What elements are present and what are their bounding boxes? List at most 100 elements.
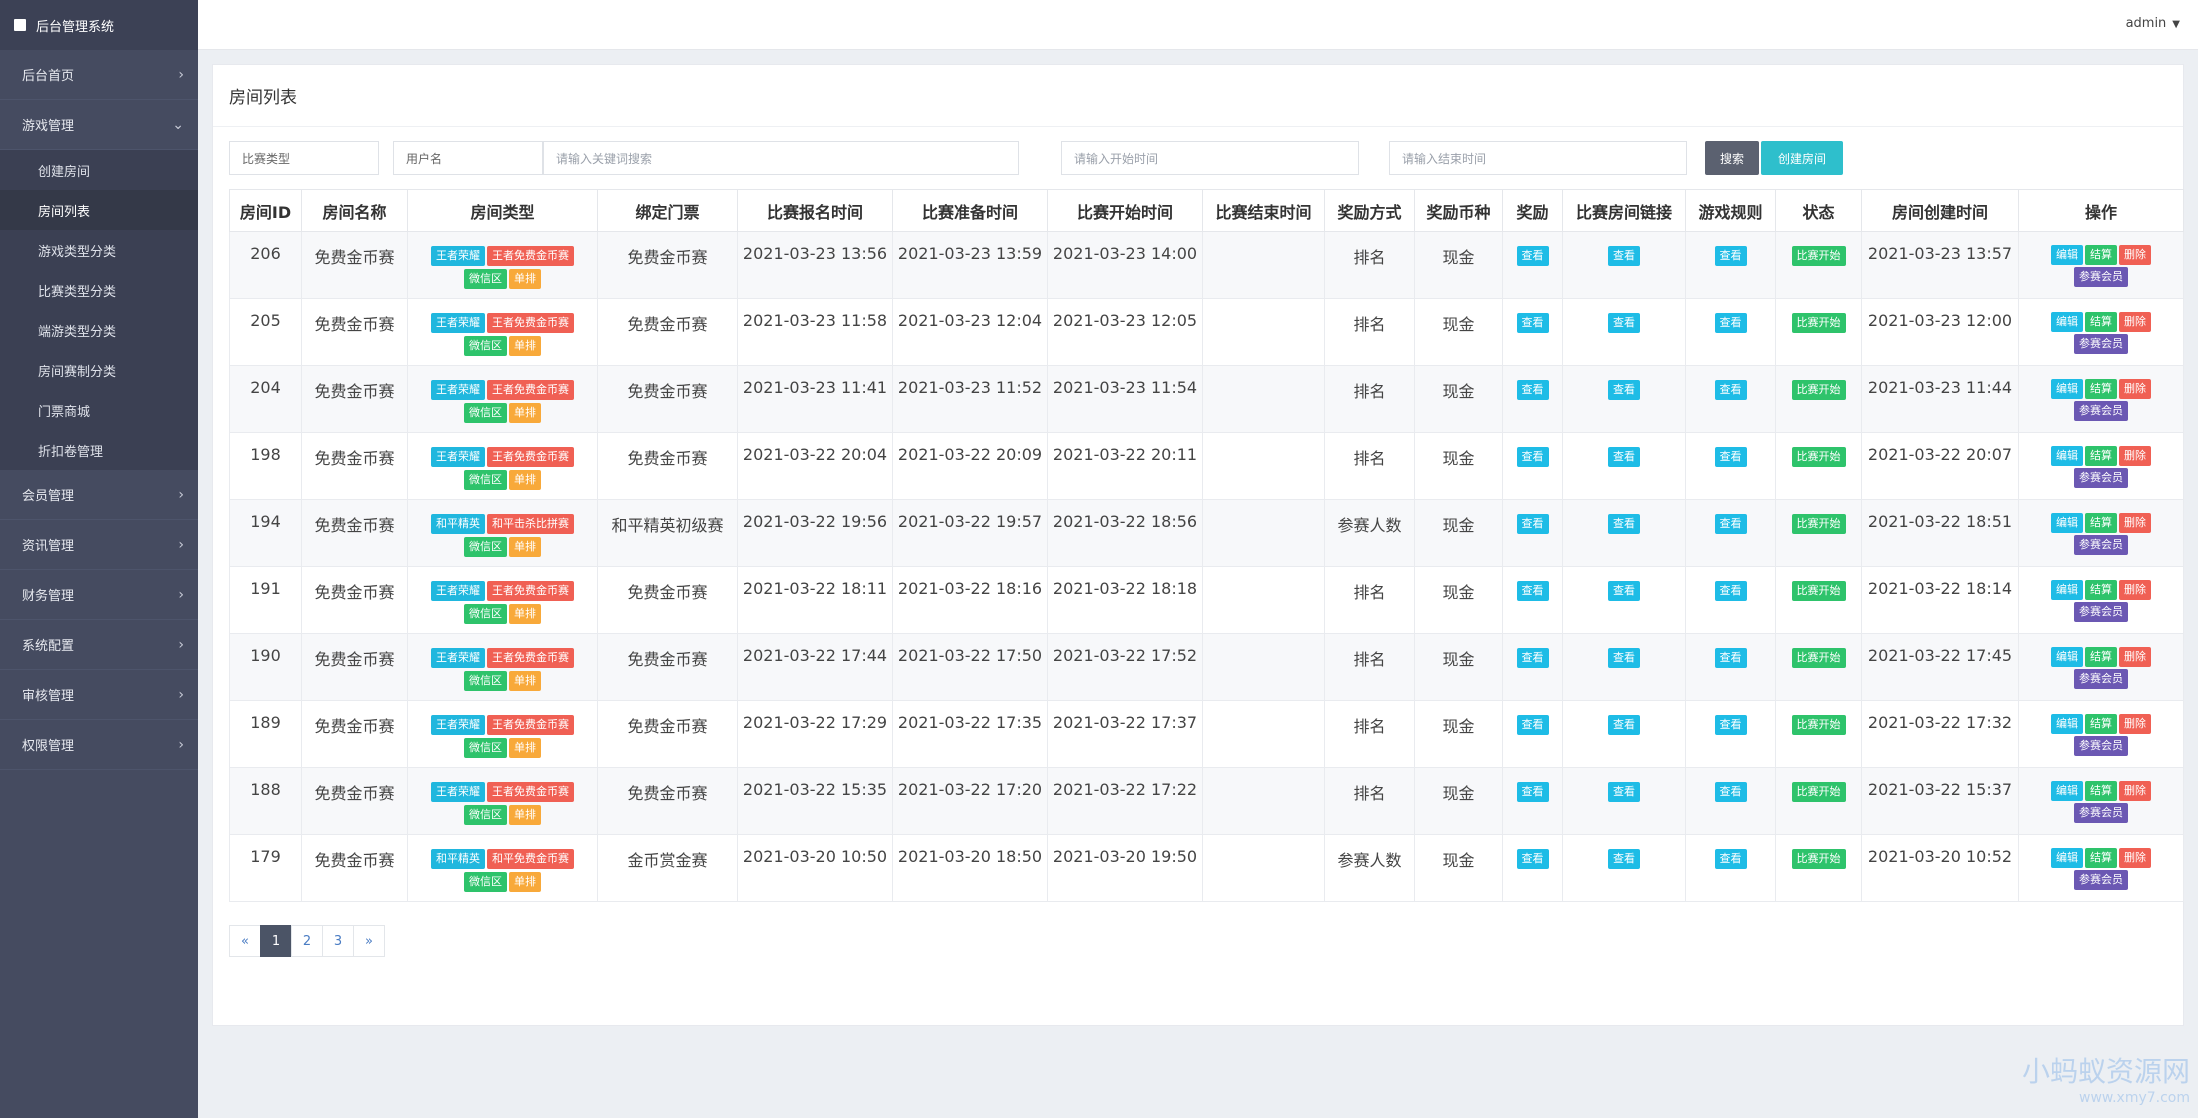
delete-button[interactable]: 删除 [2119, 245, 2151, 265]
members-button[interactable]: 参赛会员 [2074, 535, 2128, 555]
room-link-view-button[interactable]: 查看 [1608, 782, 1640, 802]
settle-button[interactable]: 结算 [2085, 379, 2117, 399]
sidebar-subitem-create-room[interactable]: 创建房间 [0, 150, 198, 190]
sidebar-subitem-room-format[interactable]: 房间赛制分类 [0, 350, 198, 390]
members-button[interactable]: 参赛会员 [2074, 267, 2128, 287]
reward-view-button[interactable]: 查看 [1516, 447, 1549, 467]
reward-view-button[interactable]: 查看 [1516, 782, 1549, 802]
create-room-button[interactable]: 创建房间 [1761, 141, 1843, 175]
rules-view-button[interactable]: 查看 [1714, 715, 1747, 735]
settle-button[interactable]: 结算 [2085, 580, 2117, 600]
members-button[interactable]: 参赛会员 [2074, 468, 2128, 488]
members-button[interactable]: 参赛会员 [2074, 736, 2128, 756]
delete-button[interactable]: 删除 [2119, 379, 2151, 399]
settle-button[interactable]: 结算 [2085, 714, 2117, 734]
members-button[interactable]: 参赛会员 [2074, 334, 2128, 354]
rules-view-button[interactable]: 查看 [1714, 246, 1747, 266]
room-link-view-button[interactable]: 查看 [1608, 849, 1640, 869]
settle-button[interactable]: 结算 [2085, 848, 2117, 868]
room-link-view-button[interactable]: 查看 [1608, 648, 1640, 668]
room-link-view-button[interactable]: 查看 [1608, 581, 1640, 601]
settle-button[interactable]: 结算 [2085, 647, 2117, 667]
room-link-view-button[interactable]: 查看 [1608, 246, 1640, 266]
delete-button[interactable]: 删除 [2119, 312, 2151, 332]
delete-button[interactable]: 删除 [2119, 647, 2151, 667]
room-link-view-button[interactable]: 查看 [1608, 380, 1640, 400]
sidebar-item-news[interactable]: 资讯管理 › [0, 520, 198, 570]
edit-button[interactable]: 编辑 [2051, 446, 2083, 466]
user-menu[interactable]: admin ▼ [2126, 16, 2180, 31]
edit-button[interactable]: 编辑 [2051, 245, 2083, 265]
reward-view-button[interactable]: 查看 [1516, 648, 1549, 668]
delete-button[interactable]: 删除 [2119, 513, 2151, 533]
prev-page-button[interactable]: « [229, 925, 261, 957]
reward-view-button[interactable]: 查看 [1516, 380, 1549, 400]
page-3[interactable]: 3 [322, 925, 354, 957]
page-1[interactable]: 1 [260, 925, 292, 957]
edit-button[interactable]: 编辑 [2051, 312, 2083, 332]
reward-view-button[interactable]: 查看 [1516, 313, 1549, 333]
delete-button[interactable]: 删除 [2119, 446, 2151, 466]
edit-button[interactable]: 编辑 [2051, 848, 2083, 868]
edit-button[interactable]: 编辑 [2051, 647, 2083, 667]
end-time-input[interactable]: 请输入结束时间 [1389, 141, 1687, 175]
members-button[interactable]: 参赛会员 [2074, 870, 2128, 890]
edit-button[interactable]: 编辑 [2051, 781, 2083, 801]
room-link-view-button[interactable]: 查看 [1608, 715, 1640, 735]
settle-button[interactable]: 结算 [2085, 781, 2117, 801]
settle-button[interactable]: 结算 [2085, 312, 2117, 332]
room-link-view-button[interactable]: 查看 [1608, 447, 1640, 467]
sidebar-item-permissions[interactable]: 权限管理 › [0, 720, 198, 770]
rules-view-button[interactable]: 查看 [1714, 313, 1747, 333]
sidebar-subitem-room-list[interactable]: 房间列表 [0, 190, 198, 230]
sidebar-item-review[interactable]: 审核管理 › [0, 670, 198, 720]
start-time-input[interactable]: 请输入开始时间 [1061, 141, 1359, 175]
sidebar-subitem-game-type[interactable]: 游戏类型分类 [0, 230, 198, 270]
reward-view-button[interactable]: 查看 [1516, 581, 1549, 601]
rules-view-button[interactable]: 查看 [1714, 581, 1747, 601]
reward-view-button[interactable]: 查看 [1516, 246, 1549, 266]
sidebar-item-game-management[interactable]: 游戏管理 ⌄ [0, 100, 198, 150]
rules-view-button[interactable]: 查看 [1714, 447, 1747, 467]
sidebar-item-members[interactable]: 会员管理 › [0, 470, 198, 520]
sidebar-item-system[interactable]: 系统配置 › [0, 620, 198, 670]
delete-button[interactable]: 删除 [2119, 714, 2151, 734]
room-link-view-button[interactable]: 查看 [1608, 514, 1640, 534]
edit-button[interactable]: 编辑 [2051, 714, 2083, 734]
rules-view-button[interactable]: 查看 [1714, 849, 1747, 869]
edit-button[interactable]: 编辑 [2051, 379, 2083, 399]
edit-button[interactable]: 编辑 [2051, 580, 2083, 600]
reward-view-button[interactable]: 查看 [1516, 514, 1549, 534]
rules-view-button[interactable]: 查看 [1714, 514, 1747, 534]
delete-button[interactable]: 删除 [2119, 580, 2151, 600]
next-page-button[interactable]: » [353, 925, 385, 957]
delete-button[interactable]: 删除 [2119, 848, 2151, 868]
rules-view-button[interactable]: 查看 [1714, 380, 1747, 400]
members-button[interactable]: 参赛会员 [2074, 669, 2128, 689]
delete-button[interactable]: 删除 [2119, 781, 2151, 801]
rules-view-button[interactable]: 查看 [1714, 648, 1747, 668]
sidebar-subitem-ticket-shop[interactable]: 门票商城 [0, 390, 198, 430]
match-type-select[interactable]: 比赛类型 [229, 141, 379, 175]
username-select[interactable]: 用户名 [393, 141, 543, 175]
rules-view-button[interactable]: 查看 [1714, 782, 1747, 802]
members-button[interactable]: 参赛会员 [2074, 602, 2128, 622]
settle-button[interactable]: 结算 [2085, 446, 2117, 466]
room-type-tag: 微信区 [464, 269, 507, 289]
sidebar-item-home[interactable]: 后台首页 › [0, 50, 198, 100]
sidebar-subitem-coupon[interactable]: 折扣卷管理 [0, 430, 198, 470]
room-link-view-button[interactable]: 查看 [1608, 313, 1640, 333]
sidebar-subitem-pc-game-type[interactable]: 端游类型分类 [0, 310, 198, 350]
search-button[interactable]: 搜索 [1705, 141, 1759, 175]
reward-view-button[interactable]: 查看 [1516, 849, 1549, 869]
sidebar-subitem-match-type[interactable]: 比赛类型分类 [0, 270, 198, 310]
members-button[interactable]: 参赛会员 [2074, 401, 2128, 421]
settle-button[interactable]: 结算 [2085, 245, 2117, 265]
sidebar-item-finance[interactable]: 财务管理 › [0, 570, 198, 620]
edit-button[interactable]: 编辑 [2051, 513, 2083, 533]
settle-button[interactable]: 结算 [2085, 513, 2117, 533]
page-2[interactable]: 2 [291, 925, 323, 957]
keyword-input[interactable]: 请输入关键词搜索 [543, 141, 1019, 175]
reward-view-button[interactable]: 查看 [1516, 715, 1549, 735]
members-button[interactable]: 参赛会员 [2074, 803, 2128, 823]
